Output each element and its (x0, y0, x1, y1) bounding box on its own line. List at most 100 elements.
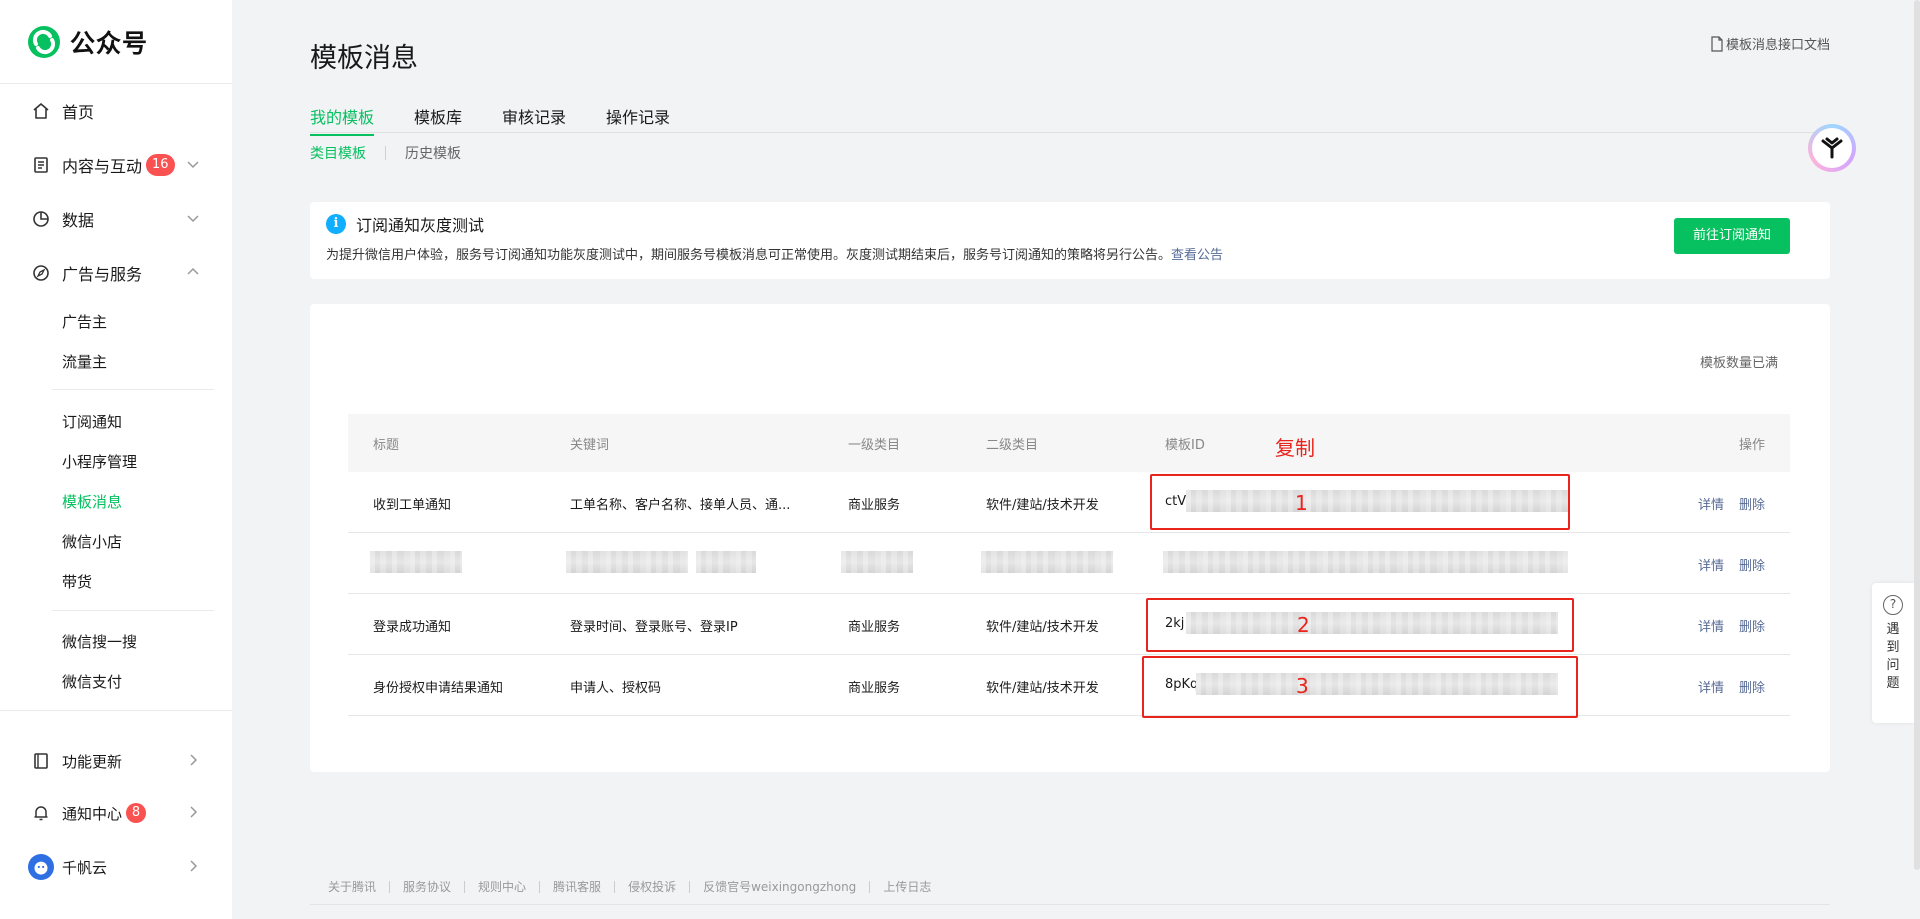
sidebar-item-label: 内容与互动 (62, 157, 143, 176)
cell-keywords: 工单名称、客户名称、接单人员、通... (570, 498, 791, 513)
cell-category-1: 商业服务 (848, 620, 901, 635)
cell-title: 登录成功通知 (373, 620, 452, 635)
cell-category-2: 软件/建站/技术开发 (986, 498, 1099, 513)
divider (869, 880, 871, 893)
footer-divider (310, 904, 1830, 905)
divider (385, 146, 386, 160)
view-announcement-link[interactable]: 查看公告 (1171, 248, 1223, 263)
wechat-official-account-logo-icon (28, 25, 60, 58)
footer-link-upload-log[interactable]: 上传日志 (883, 878, 931, 895)
sidebar-item-label: 功能更新 (62, 752, 123, 771)
notice-title: 订阅通知灰度测试 (356, 216, 485, 235)
bell-icon (34, 806, 48, 821)
sidebar-sub-miniprogram[interactable]: 小程序管理 (62, 451, 137, 472)
tab-divider (310, 132, 1830, 133)
detail-link[interactable]: 详情 (1698, 555, 1724, 574)
sidebar-item-ads-services[interactable]: 广告与服务 (0, 253, 232, 293)
sidebar-sub-wechat-pay[interactable]: 微信支付 (62, 671, 122, 692)
sidebar-item-feature-updates[interactable]: 功能更新 (0, 741, 232, 781)
compass-icon (33, 265, 49, 281)
scrollbar[interactable] (1914, 0, 1920, 870)
detail-link[interactable]: 详情 (1698, 677, 1724, 696)
divider (464, 880, 466, 893)
cell-keywords: 登录时间、登录账号、登录IP (570, 620, 738, 635)
annotation-box-1 (1150, 474, 1570, 530)
redacted-title (370, 551, 462, 573)
divider (389, 880, 391, 893)
cell-title: 收到工单通知 (373, 498, 452, 513)
sidebar-sub-wechat-shop[interactable]: 微信小店 (62, 531, 122, 552)
footer-link-service-agreement[interactable]: 服务协议 (403, 878, 451, 895)
info-icon: i (326, 214, 346, 234)
go-subscribe-notice-button[interactable]: 前往订阅通知 (1674, 218, 1790, 254)
book-icon (34, 753, 48, 769)
redacted-keywords (696, 551, 756, 573)
sidebar-sub-subscribe-notice[interactable]: 订阅通知 (62, 411, 122, 432)
cell-category-2: 软件/建站/技术开发 (986, 620, 1099, 635)
quota-full-note: 模板数量已满 (1699, 356, 1778, 371)
sidebar-item-account[interactable]: 千帆云 (0, 847, 232, 887)
footer-link-about[interactable]: 关于腾讯 (328, 878, 376, 895)
redacted-id (1163, 551, 1568, 573)
footer-links: 关于腾讯 服务协议 规则中心 腾讯客服 侵权投诉 反馈官号weixingongz… (328, 878, 931, 895)
footer-link-feedback[interactable]: 反馈官号weixingongzhong (703, 878, 856, 895)
question-icon: ? (1883, 595, 1903, 615)
sidebar-sub-template-message[interactable]: 模板消息 (62, 491, 122, 512)
annotation-box-3 (1142, 656, 1578, 718)
notice-card: i 订阅通知灰度测试 为提升微信用户体验，服务号订阅通知功能灰度测试中，期间服务… (310, 202, 1830, 279)
avatar-icon (28, 854, 54, 880)
table-row: 收到工单通知 工单名称、客户名称、接单人员、通... 商业服务 软件/建站/技术… (348, 472, 1790, 533)
footer-link-rules[interactable]: 规则中心 (478, 878, 526, 895)
templates-card: 模板数量已满 标题 关键词 一级类目 二级类目 模板ID 操作 收到工单通知 工… (310, 304, 1830, 772)
footer-link-infringement[interactable]: 侵权投诉 (628, 878, 676, 895)
cell-category-1: 商业服务 (848, 681, 901, 696)
delete-link[interactable]: 删除 (1739, 555, 1765, 574)
divider (539, 880, 541, 893)
subtab-category-templates[interactable]: 类目模板 (310, 143, 366, 163)
pie-chart-icon (33, 211, 49, 227)
divider (689, 880, 691, 893)
sidebar-sub-advertiser[interactable]: 广告主 (62, 311, 107, 332)
cell-category-1: 商业服务 (848, 498, 901, 513)
home-icon (33, 103, 49, 119)
annotation-box-2 (1146, 598, 1574, 652)
document-icon (34, 157, 48, 173)
delete-link[interactable]: 删除 (1739, 677, 1765, 696)
detail-link[interactable]: 详情 (1698, 494, 1724, 513)
api-doc-link[interactable]: 模板消息接口文档 (1710, 34, 1830, 53)
sidebar-item-notification-center[interactable]: 通知中心 8 (0, 793, 232, 833)
sidebar-sub-wechat-search[interactable]: 微信搜一搜 (62, 631, 137, 652)
sidebar-sub-publisher[interactable]: 流量主 (62, 351, 107, 372)
sidebar-item-content[interactable]: 内容与互动 16 (0, 145, 232, 185)
col-template-id: 模板ID (1165, 438, 1205, 453)
sidebar-item-data[interactable]: 数据 (0, 199, 232, 239)
chevron-down-icon (187, 215, 199, 223)
detail-link[interactable]: 详情 (1698, 616, 1724, 635)
delete-link[interactable]: 删除 (1739, 494, 1765, 513)
redacted-category-1 (841, 551, 913, 573)
footer-link-support[interactable]: 腾讯客服 (553, 878, 601, 895)
subtab-bar: 类目模板 历史模板 (310, 143, 461, 163)
chevron-down-icon (187, 161, 199, 169)
subtab-history-templates[interactable]: 历史模板 (405, 143, 461, 163)
app-title: 公众号 (70, 28, 149, 58)
help-tab[interactable]: ? 遇到问题 (1872, 583, 1914, 723)
col-category-1: 一级类目 (848, 438, 901, 453)
sidebar-item-home[interactable]: 首页 (0, 91, 232, 131)
logo[interactable]: 公众号 (0, 0, 232, 84)
assistant-logo-icon (1821, 137, 1843, 159)
cell-category-2: 软件/建站/技术开发 (986, 681, 1099, 696)
col-actions: 操作 (1738, 438, 1765, 453)
sidebar: 公众号 首页 内容与互动 16 数据 广告与服务 广告主 流量主 订阅通知 小程… (0, 0, 232, 919)
notice-text: 为提升微信用户体验，服务号订阅通知功能灰度测试中，期间服务号模板消息可正常使用。… (326, 248, 1172, 263)
redacted-keywords (566, 551, 688, 573)
floating-assistant-button[interactable] (1808, 124, 1856, 172)
divider (52, 389, 214, 390)
copy-annotation-label: 复制 (1275, 436, 1315, 460)
delete-link[interactable]: 删除 (1739, 616, 1765, 635)
table-row: 详情 删除 (348, 533, 1790, 594)
sidebar-item-label: 千帆云 (62, 858, 108, 877)
annotation-number-2: 2 (1297, 613, 1310, 637)
chevron-right-icon (190, 754, 198, 766)
sidebar-sub-live-commerce[interactable]: 带货 (62, 571, 92, 592)
